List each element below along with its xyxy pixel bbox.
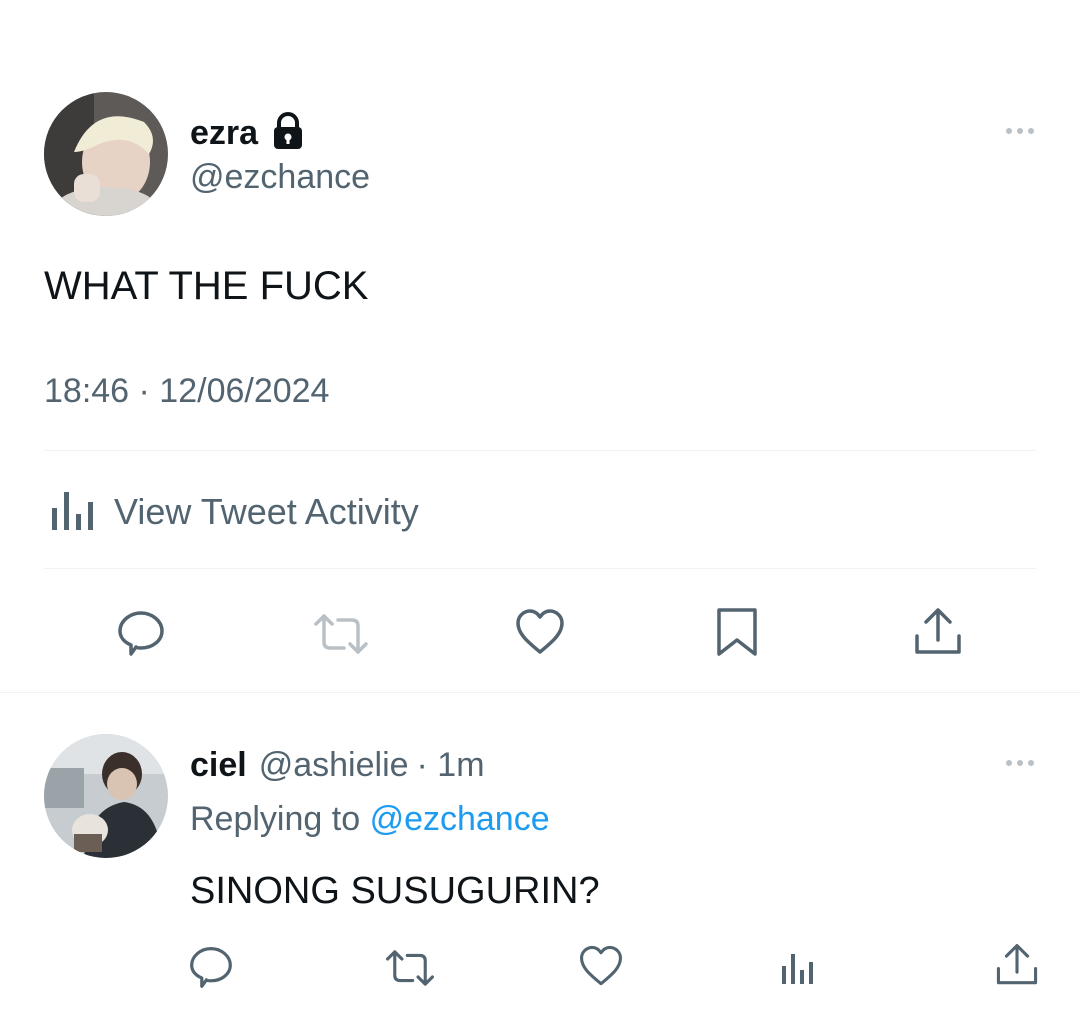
bookmark-button[interactable] (714, 606, 760, 658)
reply-time[interactable]: · 1m (417, 746, 485, 785)
reply-views-button[interactable] (780, 950, 816, 986)
replying-to-line: Replying to @ezchance (190, 800, 550, 839)
lock-icon (270, 112, 306, 155)
divider (0, 692, 1080, 693)
divider (44, 450, 1036, 451)
share-button[interactable] (912, 606, 964, 658)
author-handle[interactable]: @ezchance (190, 158, 370, 197)
analytics-icon (50, 486, 96, 537)
reply-author-avatar[interactable] (44, 734, 168, 858)
reply-retweet-button[interactable] (384, 948, 436, 988)
replying-to-label: Replying to (190, 800, 361, 838)
share-icon (915, 608, 961, 654)
tweet-timestamp[interactable]: 18:46 · 12/06/2024 (44, 372, 329, 411)
author-name-row: ezra (190, 112, 306, 155)
retweet-icon (386, 950, 434, 986)
avatar-photo (44, 92, 168, 216)
reply-header: ciel @ashielie · 1m (190, 746, 485, 785)
like-button[interactable] (514, 608, 566, 656)
share-icon (996, 943, 1038, 985)
author-avatar[interactable] (44, 92, 168, 216)
replying-to-link[interactable]: @ezchance (370, 800, 550, 838)
reply-text: SINONG SUSUGURIN? (190, 870, 600, 912)
view-tweet-activity[interactable]: View Tweet Activity (50, 486, 419, 537)
reply-icon (190, 946, 232, 988)
reply-share-button[interactable] (994, 942, 1040, 988)
more-icon[interactable] (1006, 128, 1034, 134)
reply-more-icon[interactable] (1006, 760, 1034, 766)
view-tweet-activity-label: View Tweet Activity (114, 490, 419, 532)
bookmark-icon (717, 608, 757, 656)
heart-icon (516, 609, 564, 654)
reply-author-name[interactable]: ciel (190, 746, 247, 785)
reply-button[interactable] (116, 608, 166, 658)
reply-avatar-photo (44, 734, 168, 858)
analytics-icon (782, 954, 813, 984)
author-name[interactable]: ezra (190, 114, 258, 153)
tweet-text: WHAT THE FUCK (44, 264, 369, 308)
reply-reply-button[interactable] (188, 944, 234, 990)
heart-icon (579, 945, 623, 986)
reply-like-button[interactable] (578, 944, 624, 988)
reply-icon (118, 611, 164, 656)
retweet-icon (314, 614, 368, 654)
retweet-button[interactable] (312, 612, 370, 656)
divider (44, 568, 1036, 569)
reply-author-handle[interactable]: @ashielie (259, 746, 409, 785)
